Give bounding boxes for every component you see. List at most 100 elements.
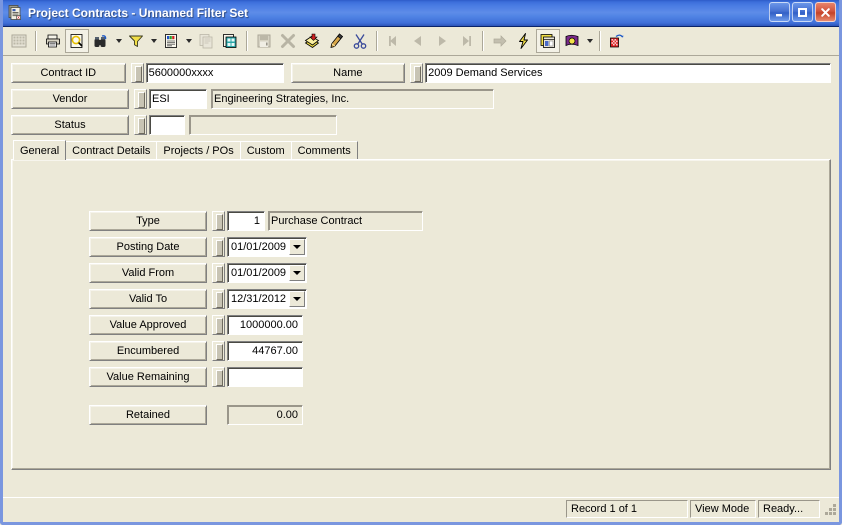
- valid-to-lookup-button[interactable]: [212, 289, 225, 309]
- cut-scissors-icon[interactable]: [348, 29, 372, 53]
- detail-row-posting-date: Posting Date 01/01/2009: [89, 236, 307, 258]
- tab-projects-pos[interactable]: Projects / POs: [156, 141, 241, 159]
- close-button[interactable]: [815, 2, 836, 22]
- retained-label-button[interactable]: Retained: [89, 405, 207, 425]
- encumbered-input[interactable]: 44767.00: [227, 341, 303, 361]
- delete-x-icon[interactable]: [276, 29, 300, 53]
- vendor-label-button[interactable]: Vendor: [11, 89, 129, 109]
- name-input[interactable]: 2009 Demand Services: [425, 63, 831, 83]
- contract-id-lookup-button[interactable]: [130, 63, 144, 83]
- tab-panel-general: Type 1 Purchase Contract Posting Date 01…: [11, 159, 831, 470]
- toolbar-separator: [246, 31, 248, 51]
- save-icon[interactable]: [252, 29, 276, 53]
- name-label-button[interactable]: Name: [290, 63, 406, 83]
- valid-from-lookup-button[interactable]: [212, 263, 225, 283]
- status-mode-panel: View Mode: [690, 499, 756, 518]
- last-record-icon[interactable]: [454, 29, 478, 53]
- window-title: Project Contracts - Unnamed Filter Set: [28, 6, 249, 20]
- report-icon[interactable]: [159, 29, 183, 53]
- print-icon[interactable]: [41, 29, 65, 53]
- next-record-icon[interactable]: [430, 29, 454, 53]
- valid-from-input[interactable]: 01/01/2009: [227, 263, 307, 283]
- posting-date-label-button[interactable]: Posting Date: [89, 237, 207, 257]
- tab-comments[interactable]: Comments: [290, 141, 358, 159]
- tab-strip: General Contract Details Projects / POs …: [11, 140, 831, 160]
- window-layout-icon[interactable]: [536, 29, 560, 53]
- tab-custom[interactable]: Custom: [239, 141, 292, 159]
- application-window: x Project Contracts - Unnamed Filter Set: [0, 0, 842, 525]
- status-lookup-button[interactable]: [134, 115, 147, 135]
- vendor-code-input[interactable]: ESI: [149, 89, 207, 109]
- svg-text:x: x: [17, 15, 20, 21]
- title-bar[interactable]: x Project Contracts - Unnamed Filter Set: [3, 0, 839, 27]
- tab-general[interactable]: General: [13, 140, 67, 160]
- lightning-process-icon[interactable]: [512, 29, 536, 53]
- value-approved-lookup-button[interactable]: [212, 315, 225, 335]
- find-dropdown-arrow-icon[interactable]: [113, 29, 124, 53]
- resize-gripper-icon[interactable]: [823, 502, 837, 516]
- value-remaining-lookup-button[interactable]: [212, 367, 225, 387]
- filter-dropdown-arrow-icon[interactable]: [148, 29, 159, 53]
- type-description-field: Purchase Contract: [268, 211, 423, 231]
- header-row-contract-id: Contract ID 5600000xxxx Name 2009 Demand…: [11, 62, 831, 84]
- detail-row-valid-from: Valid From 01/01/2009: [89, 262, 307, 284]
- vendor-description-field: Engineering Strategies, Inc.: [211, 89, 494, 109]
- maximize-button[interactable]: [792, 2, 813, 22]
- help-book-icon[interactable]: [560, 29, 584, 53]
- window-controls: [769, 2, 836, 22]
- filter-funnel-icon[interactable]: [124, 29, 148, 53]
- minimize-button[interactable]: [769, 2, 790, 22]
- contract-id-input[interactable]: 5600000xxxx: [145, 63, 284, 83]
- encumbered-label-button[interactable]: Encumbered: [89, 341, 207, 361]
- status-description-field: [189, 115, 337, 135]
- toolbar-separator: [482, 31, 484, 51]
- valid-from-label-button[interactable]: Valid From: [89, 263, 207, 283]
- detail-row-encumbered: Encumbered 44767.00: [89, 340, 303, 362]
- previous-record-icon[interactable]: [406, 29, 430, 53]
- new-record-icon[interactable]: [300, 29, 324, 53]
- first-record-icon[interactable]: [382, 29, 406, 53]
- type-code-input[interactable]: 1: [227, 211, 265, 231]
- valid-to-input[interactable]: 12/31/2012: [227, 289, 307, 309]
- toolbar-separator: [599, 31, 601, 51]
- valid-from-dropdown-arrow-icon[interactable]: [289, 265, 305, 281]
- valid-from-value: 01/01/2009: [231, 267, 287, 279]
- detail-row-value-approved: Value Approved 1000000.00: [89, 314, 303, 336]
- goto-arrow-icon[interactable]: [488, 29, 512, 53]
- toolbar-separator: [376, 31, 378, 51]
- status-code-input[interactable]: [149, 115, 185, 135]
- value-approved-label-button[interactable]: Value Approved: [89, 315, 207, 335]
- status-state-panel: Ready...: [758, 499, 820, 518]
- grid-view-icon[interactable]: [7, 29, 31, 53]
- print-preview-icon[interactable]: [65, 29, 89, 53]
- header-row-status: Status: [11, 114, 831, 136]
- valid-to-value: 12/31/2012: [231, 293, 287, 305]
- value-remaining-label-button[interactable]: Value Remaining: [89, 367, 207, 387]
- valid-to-label-button[interactable]: Valid To: [89, 289, 207, 309]
- find-binoculars-icon[interactable]: [89, 29, 113, 53]
- exit-door-icon[interactable]: [605, 29, 629, 53]
- valid-to-dropdown-arrow-icon[interactable]: [289, 291, 305, 307]
- name-lookup-button[interactable]: [410, 63, 424, 83]
- posting-date-dropdown-arrow-icon[interactable]: [289, 239, 305, 255]
- encumbered-lookup-button[interactable]: [212, 341, 225, 361]
- value-remaining-input[interactable]: [227, 367, 303, 387]
- client-area: Contract ID 5600000xxxx Name 2009 Demand…: [3, 56, 839, 519]
- duplicate-record-icon[interactable]: [218, 29, 242, 53]
- type-label-button[interactable]: Type: [89, 211, 207, 231]
- copy-record-icon[interactable]: [194, 29, 218, 53]
- detail-row-value-remaining: Value Remaining: [89, 366, 303, 388]
- status-label-button[interactable]: Status: [11, 115, 129, 135]
- tab-contract-details[interactable]: Contract Details: [65, 141, 158, 159]
- value-approved-input[interactable]: 1000000.00: [227, 315, 303, 335]
- toolbar-separator: [35, 31, 37, 51]
- posting-date-input[interactable]: 01/01/2009: [227, 237, 307, 257]
- type-lookup-button[interactable]: [212, 211, 225, 231]
- contract-id-label-button[interactable]: Contract ID: [11, 63, 126, 83]
- edit-pencil-icon[interactable]: [324, 29, 348, 53]
- document-contract-icon: x: [7, 5, 23, 21]
- posting-date-lookup-button[interactable]: [212, 237, 225, 257]
- help-dropdown-arrow-icon[interactable]: [584, 29, 595, 53]
- vendor-lookup-button[interactable]: [134, 89, 147, 109]
- report-dropdown-arrow-icon[interactable]: [183, 29, 194, 53]
